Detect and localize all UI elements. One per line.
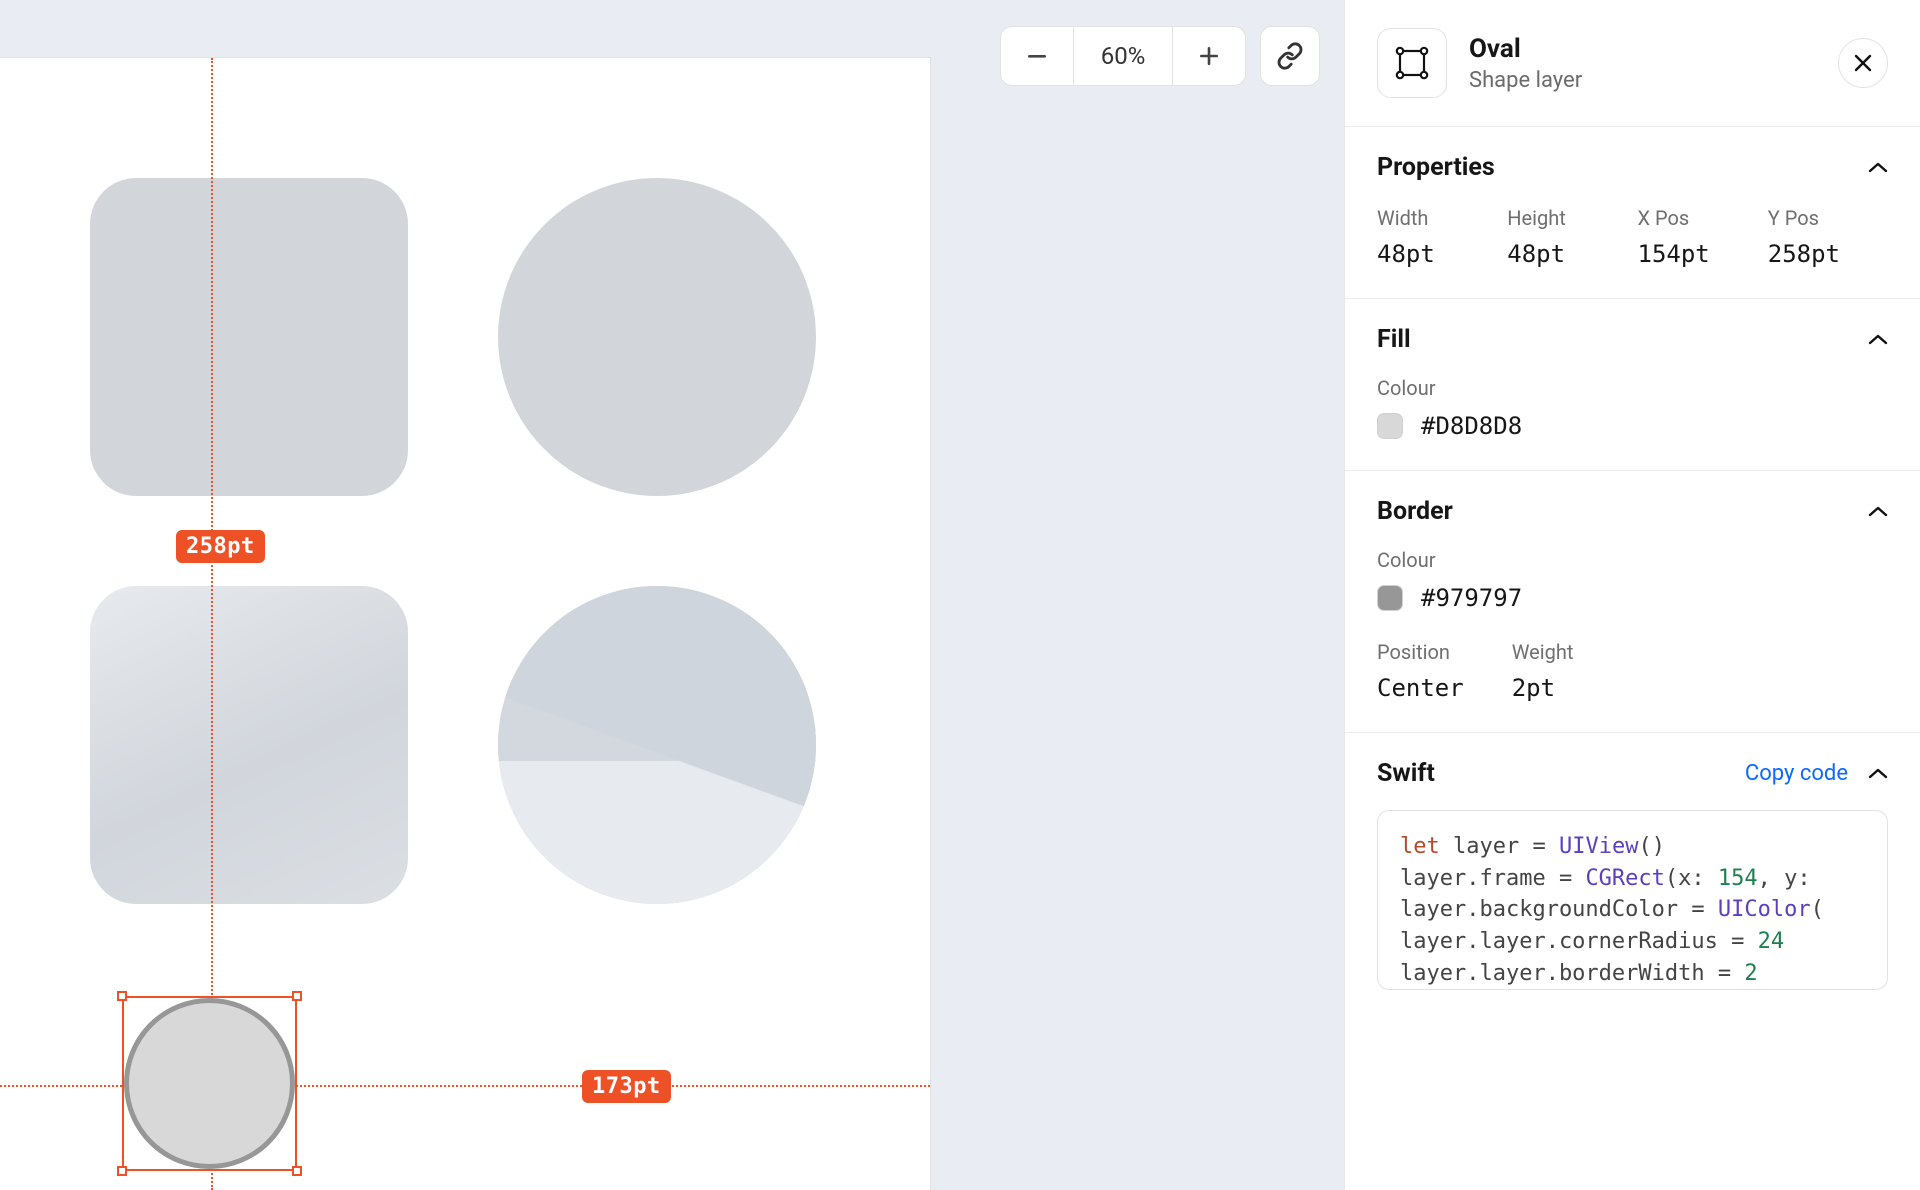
fill-title: Fill [1377,325,1411,354]
width-value: 48pt [1377,240,1497,268]
chevron-up-icon [1868,161,1888,175]
zoom-value[interactable]: 60% [1073,27,1173,85]
height-label: Height [1507,206,1627,230]
link-icon [1276,42,1304,70]
properties-section: Properties Width 48pt Height 48pt X Pos … [1345,127,1920,299]
border-colour-swatch[interactable] [1377,585,1403,611]
fill-section: Fill Colour #D8D8D8 [1345,299,1920,471]
border-header[interactable]: Border [1377,497,1888,526]
inspector-sidebar: Oval Shape layer Properties Width 48pt H… [1344,0,1920,1190]
layer-subtitle: Shape layer [1469,68,1816,93]
height-value: 48pt [1507,240,1627,268]
plus-icon [1198,45,1220,67]
selected-shape[interactable] [122,996,297,1171]
design-canvas[interactable]: 258pt 173pt [0,0,1344,1190]
swift-code-block[interactable]: let layer = UIView() layer.frame = CGRec… [1377,810,1888,990]
close-inspector-button[interactable] [1838,38,1888,88]
chevron-up-icon [1868,505,1888,519]
fill-colour-value: #D8D8D8 [1421,412,1522,440]
share-link-button[interactable] [1260,26,1320,86]
chevron-up-icon [1868,333,1888,347]
properties-header[interactable]: Properties [1377,153,1888,182]
resize-handle-tl[interactable] [117,991,127,1001]
resize-handle-bl[interactable] [117,1166,127,1176]
zoom-out-button[interactable] [1001,27,1073,85]
fill-colour-swatch[interactable] [1377,413,1403,439]
y-distance-badge: 258pt [176,530,265,563]
width-label: Width [1377,206,1497,230]
shape-icon [1391,42,1433,84]
artboard[interactable]: 258pt 173pt [0,58,930,1190]
border-position-value: Center [1377,674,1464,702]
resize-handle-tr[interactable] [292,991,302,1001]
zoom-group: 60% [1000,26,1246,86]
fill-header[interactable]: Fill [1377,325,1888,354]
ypos-label: Y Pos [1768,206,1888,230]
ypos-value: 258pt [1768,240,1888,268]
border-title: Border [1377,497,1453,526]
properties-title: Properties [1377,153,1495,182]
border-colour-value: #979797 [1421,584,1522,612]
border-section: Border Colour #979797 Position Center We… [1345,471,1920,733]
border-position-label: Position [1377,640,1464,664]
xpos-value: 154pt [1638,240,1758,268]
layer-type-icon [1377,28,1447,98]
minus-icon [1026,45,1048,67]
shape-oval[interactable] [498,178,816,496]
shape-rounded-rect[interactable] [90,178,408,496]
swift-section: Swift Copy code let layer = UIView() lay… [1345,733,1920,1020]
swift-title: Swift [1377,759,1725,788]
fill-colour-label: Colour [1377,376,1888,400]
close-icon [1853,53,1873,73]
shape-oval-gradient[interactable] [498,586,816,904]
copy-code-button[interactable]: Copy code [1745,761,1848,786]
swift-header[interactable]: Swift Copy code [1377,759,1888,788]
border-weight-value: 2pt [1512,674,1574,702]
border-colour-label: Colour [1377,548,1888,572]
selection-bounds [122,996,297,1171]
shape-rounded-rect-gradient[interactable] [90,586,408,904]
layer-title: Oval [1469,34,1816,64]
resize-handle-br[interactable] [292,1166,302,1176]
chevron-up-icon [1868,767,1888,781]
x-distance-badge: 173pt [582,1070,671,1103]
xpos-label: X Pos [1638,206,1758,230]
border-weight-label: Weight [1512,640,1574,664]
inspector-header: Oval Shape layer [1345,0,1920,127]
zoom-toolbar: 60% [1000,26,1320,86]
zoom-in-button[interactable] [1173,27,1245,85]
